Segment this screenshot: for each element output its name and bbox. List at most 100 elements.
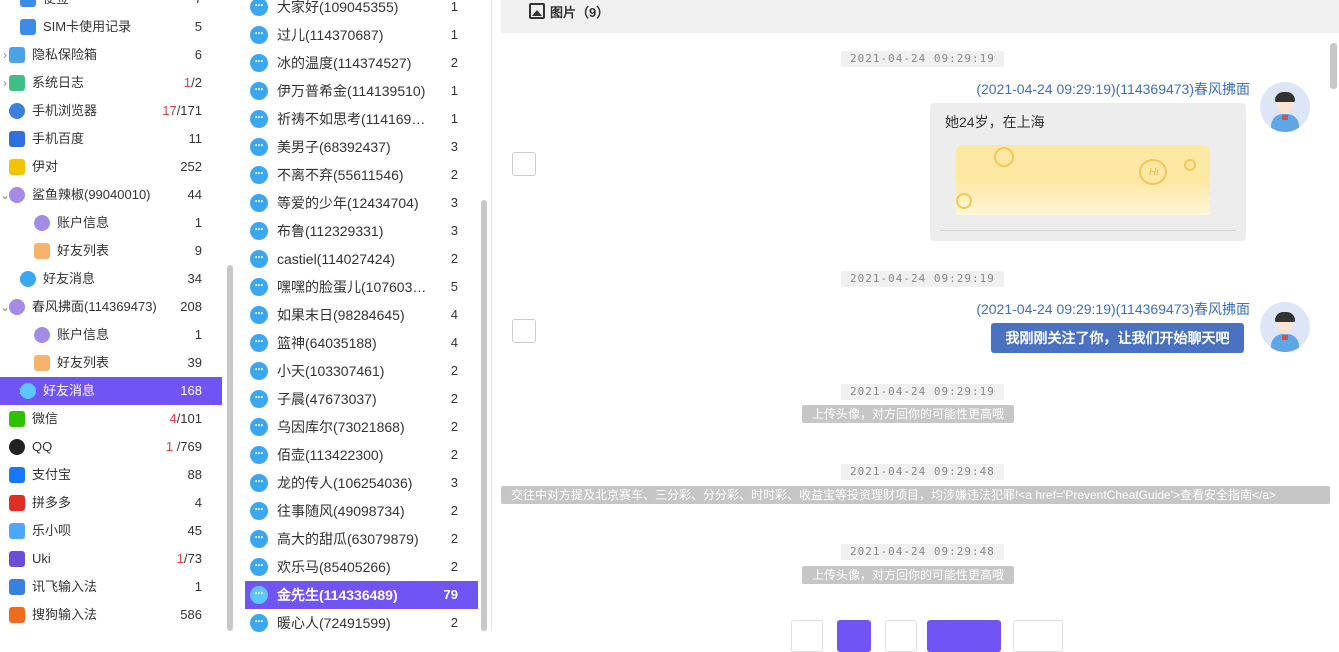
sidebar-item[interactable]: 账户信息 1 xyxy=(0,209,222,237)
iflytek-icon xyxy=(9,579,25,595)
contact-message-count: 1 xyxy=(450,83,458,98)
pager-confirm-button[interactable] xyxy=(927,620,1001,652)
contact-row[interactable]: castiel(114027424) 2 xyxy=(245,243,478,273)
sidebar-item-label: SIM卡使用记录 xyxy=(43,19,132,34)
message-select-checkbox[interactable] xyxy=(512,152,536,176)
contact-row[interactable]: 不离不弃(55611546) 2 xyxy=(245,159,478,189)
sidebar-item-count: 252 xyxy=(180,153,202,181)
pager-button[interactable] xyxy=(885,620,917,652)
sidebar-item[interactable]: 拼多多 4 xyxy=(0,489,222,517)
security-warning: 交往中对方提及北京赛车、三分彩、分分彩、时时彩、收益宝等投资理财项目，均涉嫌违法… xyxy=(501,486,1330,504)
contact-message-count: 2 xyxy=(450,251,458,266)
tree-scrollbar[interactable] xyxy=(227,265,233,631)
contact-name: 乌因库尔(73021868) xyxy=(277,419,405,435)
contact-name: 高大的甜瓜(63079879) xyxy=(277,531,419,547)
contact-row[interactable]: 篮神(64035188) 4 xyxy=(245,327,478,357)
contact-name: 冰的温度(114374527) xyxy=(277,55,412,71)
contact-row[interactable]: 等爱的少年(12434704) 3 xyxy=(245,187,478,217)
message-select-checkbox[interactable] xyxy=(512,319,536,343)
pager-button[interactable] xyxy=(791,620,823,652)
sidebar-item-label: 支付宝 xyxy=(32,467,72,482)
sidebar-item[interactable]: 乐小呗 45 xyxy=(0,517,222,545)
sidebar-item-count: 1/2 xyxy=(184,69,202,97)
sidebar-item[interactable]: ›好友消息168 xyxy=(0,377,222,405)
contact-row[interactable]: 如果末日(98284645) 4 xyxy=(245,299,478,329)
message-text: 她24岁，在上海 xyxy=(945,114,1045,130)
contact-row[interactable]: 布鲁(112329331) 3 xyxy=(245,215,478,245)
contact-row[interactable]: 子晨(47673037) 2 xyxy=(245,383,478,413)
contact-row[interactable]: 冰的温度(114374527) 2 xyxy=(245,47,478,77)
contact-row[interactable]: 祈祷不如思考(114169… 1 xyxy=(245,103,478,133)
contact-name: 大家好(109045355) xyxy=(277,0,399,15)
total-count: 4 xyxy=(194,495,202,510)
sidebar-item[interactable]: 好友列表 39 xyxy=(0,349,222,377)
message-image[interactable]: Hi xyxy=(956,145,1210,215)
total-count: /73 xyxy=(183,551,202,566)
contact-row[interactable]: 过儿(114370687) 1 xyxy=(245,19,478,49)
contact-row[interactable]: 伊万普希金(114139510) 1 xyxy=(245,75,478,105)
total-count: 252 xyxy=(180,159,202,174)
unread-count: 4 xyxy=(169,411,177,426)
contact-row[interactable]: 金先生(114336489) 79 xyxy=(245,579,478,609)
privacy-safe-icon xyxy=(9,47,25,63)
contact-row[interactable]: 暖心人(72491599) 2 xyxy=(245,607,478,637)
contact-row[interactable]: 嘿嘿的脸蛋儿(107603… 5 xyxy=(245,271,478,301)
sidebar-item[interactable]: 便签 7 xyxy=(0,0,222,13)
sidebar-item[interactable]: › 隐私保险箱 6 xyxy=(0,41,222,69)
sidebar-item[interactable]: Uki 1/73 xyxy=(0,545,222,573)
contact-row[interactable]: 佰壶(113422300) 2 xyxy=(245,439,478,469)
sidebar-item[interactable]: 讯飞输入法 1 xyxy=(0,573,222,601)
contact-list: 大家好(109045355) 1 过儿(114370687) 1 冰的温度(114374… xyxy=(245,0,478,637)
contact-row[interactable]: 龙的传人(106254036) 3 xyxy=(245,467,478,497)
sidebar-item-count: 4/101 xyxy=(169,405,202,433)
sidebar-item[interactable]: 伊对 252 xyxy=(0,153,222,181)
contact-name: 等爱的少年(12434704) xyxy=(277,195,419,211)
contact-name: 龙的传人(106254036) xyxy=(277,475,413,491)
sidebar-item-label: 手机百度 xyxy=(32,131,85,146)
sidebar-item[interactable]: SIM卡使用记录 5 xyxy=(0,13,222,41)
pager-button-active[interactable] xyxy=(837,620,871,652)
sidebar-item[interactable]: ⌄ 鲨鱼辣椒(99040010) 44 xyxy=(0,181,222,209)
sidebar-item[interactable]: QQ 1 /769 xyxy=(0,433,222,461)
contact-row[interactable]: 欢乐马(85405266) 2 xyxy=(245,551,478,581)
contact-name: 佰壶(113422300) xyxy=(277,447,384,463)
sidebar-item[interactable]: 账户信息 1 xyxy=(0,321,222,349)
unread-count: 1 xyxy=(176,551,184,566)
contact-row[interactable]: 小天(103307461) 2 xyxy=(245,355,478,385)
system-note: 上传头像，对方回你的可能性更高哦 xyxy=(802,405,1015,423)
contact-row[interactable]: 乌因库尔(73021868) 2 xyxy=(245,411,478,441)
total-count: 1 xyxy=(194,215,202,230)
contact-message-count: 2 xyxy=(450,167,458,182)
sidebar-item[interactable]: 好友列表 9 xyxy=(0,237,222,265)
image-icon xyxy=(529,3,545,19)
sidebar-item[interactable]: 搜狗输入法 586 xyxy=(0,601,222,629)
sidebar-item-count: 1/73 xyxy=(177,545,202,573)
chat-bubble-icon xyxy=(250,551,268,579)
sidebar-item[interactable]: 微信 4/101 xyxy=(0,405,222,433)
wechat-icon xyxy=(9,411,25,427)
sidebar-item[interactable]: › 系统日志 1/2 xyxy=(0,69,222,97)
sidebar-item-label: 鲨鱼辣椒(99040010) xyxy=(32,187,151,202)
contact-row[interactable]: 高大的甜瓜(63079879) 2 xyxy=(245,523,478,553)
chat-bubble-icon xyxy=(250,0,268,19)
tab-images[interactable]: 图片（9） xyxy=(550,2,609,21)
chat-bubble-icon xyxy=(250,439,268,467)
pager-button[interactable] xyxy=(1013,620,1063,652)
chat-scrollbar[interactable] xyxy=(1330,43,1337,89)
sidebar-item[interactable]: ›好友消息34 xyxy=(0,265,222,293)
sidebar-item[interactable]: 手机百度 11 xyxy=(0,125,222,153)
chat-bubble-icon xyxy=(250,411,268,439)
contact-message-count: 2 xyxy=(450,531,458,546)
sidebar-item[interactable]: ⌄ 春风拂面(114369473) 208 xyxy=(0,293,222,321)
message-timestamp: 2021-04-24 09:29:19 xyxy=(841,51,1004,67)
sidebar-item-label: 伊对 xyxy=(32,159,59,174)
sidebar-item[interactable]: 支付宝 88 xyxy=(0,461,222,489)
sidebar-item-count: 9 xyxy=(195,237,202,265)
contact-row[interactable]: 大家好(109045355) 1 xyxy=(245,0,478,21)
contact-message-count: 4 xyxy=(450,335,458,350)
contact-row[interactable]: 往事随风(49098734) 2 xyxy=(245,495,478,525)
sidebar-item[interactable]: 手机浏览器 17/171 xyxy=(0,97,222,125)
sidebar-item-count: 208 xyxy=(180,293,202,321)
contact-list-scrollbar[interactable] xyxy=(481,200,487,631)
contact-row[interactable]: 美男子(68392437) 3 xyxy=(245,131,478,161)
